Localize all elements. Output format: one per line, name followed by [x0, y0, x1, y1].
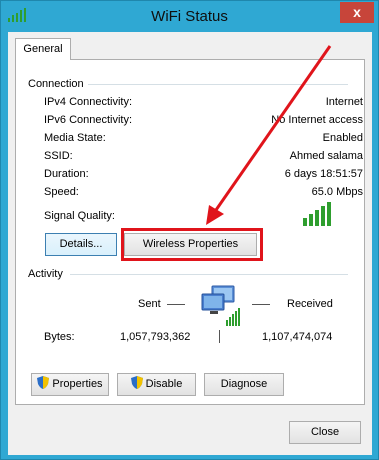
bytes-sent-value: 1,057,793,362 [120, 331, 191, 343]
disable-button-label: Disable [145, 378, 183, 390]
diagnose-button[interactable]: Diagnose [204, 373, 284, 396]
received-line [252, 304, 270, 305]
properties-button-label: Properties [52, 378, 103, 390]
uac-shield-icon [37, 376, 50, 389]
properties-button[interactable]: Properties [31, 373, 109, 396]
bytes-received-value: 1,107,474,074 [262, 331, 333, 343]
activity-group-label: Activity [28, 268, 67, 280]
tab-general[interactable]: General [15, 38, 71, 60]
sent-label: Sent [138, 298, 161, 310]
activity-divider [70, 274, 348, 275]
bytes-label: Bytes: [44, 331, 75, 343]
uac-shield-icon [130, 376, 143, 389]
bytes-separator [219, 330, 220, 343]
close-button[interactable]: Close [289, 421, 361, 444]
received-label: Received [287, 298, 333, 310]
sent-line [167, 304, 185, 305]
network-monitor-icon [201, 285, 240, 326]
disable-button[interactable]: Disable [117, 373, 196, 396]
